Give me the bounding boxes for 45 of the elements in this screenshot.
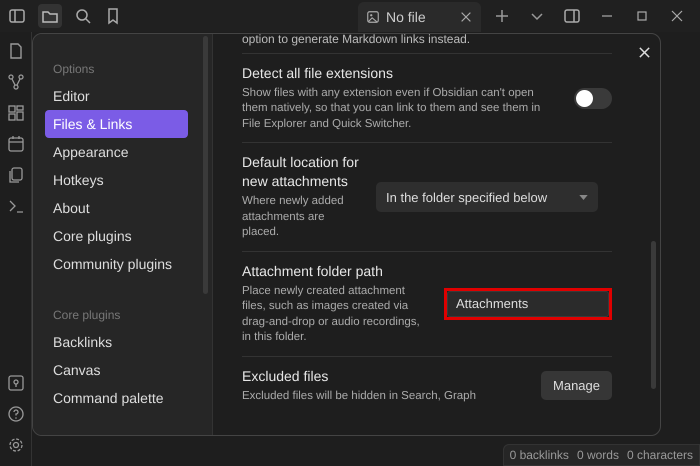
setting-name: Excluded files [242, 366, 330, 386]
setting-name: Attachment folder path [242, 262, 384, 281]
sidebar-toggle-icon[interactable] [8, 7, 26, 25]
status-text: 0 words [576, 448, 619, 462]
search-icon[interactable] [74, 7, 92, 25]
caret-icon [579, 194, 588, 200]
setting-description: Excluded files will be hidden in Search, Graph [242, 388, 477, 404]
sidebar-item[interactable]: Canvas [45, 356, 188, 384]
sidebar-item[interactable]: Command palette [45, 384, 188, 412]
status-text: 0 backlinks [510, 448, 569, 462]
plus-icon[interactable] [493, 7, 511, 25]
scrollbar-thumb[interactable] [651, 241, 656, 389]
calendar-icon[interactable] [6, 135, 24, 153]
setting-name: Detect all file extensions [242, 64, 394, 83]
sidebar-item[interactable]: Appearance [45, 138, 188, 166]
sidebar-item[interactable]: Editor [45, 82, 188, 110]
setting-name: Default location for new attachments [242, 153, 360, 192]
section-heading: Core plugins [52, 307, 122, 324]
graph-icon[interactable] [6, 73, 24, 91]
setting-description: option to generate Markdown links instead. [242, 34, 612, 54]
close-icon[interactable] [638, 46, 651, 59]
dropdown[interactable]: In the folder specified below [376, 182, 598, 212]
sidebar-item[interactable]: Files & Links [45, 110, 188, 138]
split-panel-icon[interactable] [563, 7, 581, 25]
sidebar-item[interactable]: Community plugins [45, 250, 188, 278]
manage-button[interactable]: Manage [541, 370, 612, 400]
status-text: 0 characters [626, 448, 693, 462]
copy-icon[interactable] [6, 166, 24, 184]
help-icon[interactable] [6, 405, 24, 423]
sidebar-item[interactable]: Core plugins [45, 222, 188, 250]
close-icon[interactable] [459, 10, 473, 24]
setting-description: Place newly created attachment files, such as images created via drag-and-drop or audio recordings, in this folder. [242, 284, 421, 346]
toggle-switch[interactable] [574, 88, 612, 109]
sidebar-item[interactable]: Hotkeys [45, 166, 188, 194]
setting-description: Show files with any extension even if Obsidian can't open them natively, so that you can link to them and see them in File Explorer and Quick Switcher. [242, 86, 542, 132]
sidebar-item[interactable]: About [45, 194, 188, 222]
settings-icon[interactable] [6, 436, 24, 454]
grid-icon[interactable] [6, 104, 24, 122]
input-field[interactable]: Attachments [447, 290, 609, 317]
setting-description: Where newly added attachments are placed. [242, 194, 345, 240]
vault-icon[interactable] [6, 374, 24, 392]
sidebar-item[interactable]: Backlinks [45, 328, 188, 356]
file-tab[interactable]: No file [358, 2, 481, 32]
image-icon [366, 10, 380, 24]
section-heading: Options [52, 61, 96, 78]
